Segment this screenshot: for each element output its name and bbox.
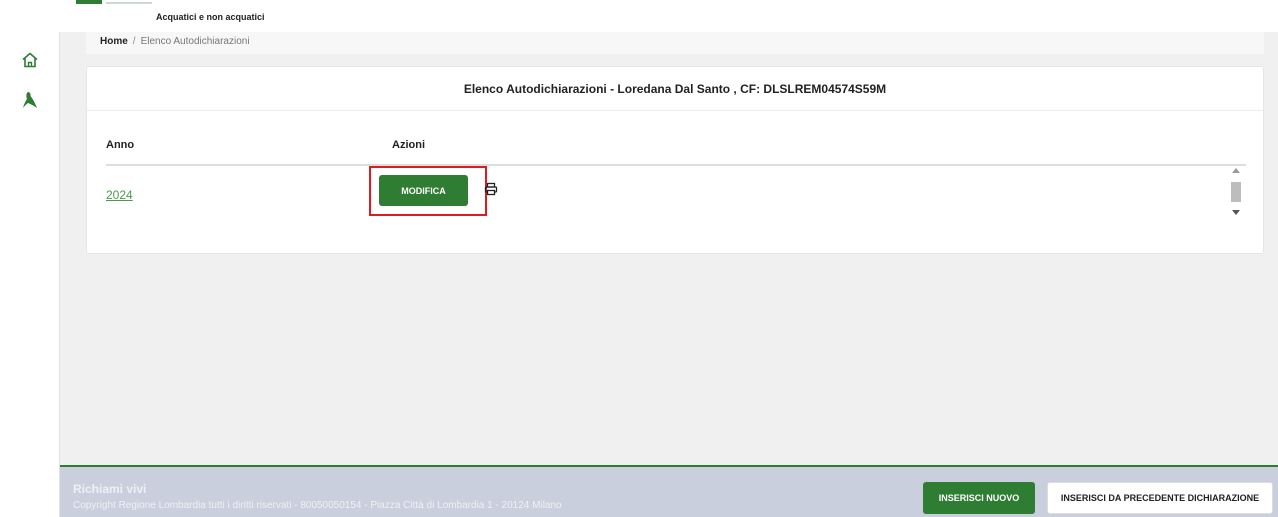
logo-text [106,2,152,4]
footer-copyright: Copyright Regione Lombardia tutti i diri… [73,500,562,511]
footer-title: Richiami vivi [73,482,147,496]
scroll-up-icon[interactable] [1232,168,1240,173]
table-scrollbar[interactable] [1229,166,1243,218]
footer: Richiami vivi Copyright Regione Lombardi… [60,465,1278,517]
logo [76,0,102,4]
sidebar-item-home[interactable] [18,48,42,72]
breadcrumb-bar: Home / Elenco Autodichiarazioni [86,32,1264,54]
scroll-thumb[interactable] [1231,182,1241,202]
table-header-divider [106,164,1246,166]
breadcrumb-home-link[interactable]: Home [100,36,128,47]
scroll-down-icon[interactable] [1232,210,1240,215]
column-header-azioni: Azioni [392,139,425,151]
breadcrumb-separator: / [132,36,136,47]
year-link-2024[interactable]: 2024 [106,188,133,202]
column-header-anno: Anno [106,139,135,151]
breadcrumb: Home / Elenco Autodichiarazioni [100,36,250,47]
inserisci-nuovo-button[interactable]: INSERISCI NUOVO [923,482,1035,514]
top-header: Acquatici e non acquatici [0,0,1278,32]
breadcrumb-current: Elenco Autodichiarazioni [140,36,250,47]
card-title: Elenco Autodichiarazioni - Loredana Dal … [87,67,1263,111]
sidebar-item-birds[interactable] [18,88,42,112]
modifica-button[interactable]: MODIFICA [379,175,468,206]
app-subtitle: Acquatici e non acquatici [156,12,265,22]
home-icon [22,52,38,68]
sidebar [0,32,60,517]
declarations-card: Elenco Autodichiarazioni - Loredana Dal … [86,66,1264,254]
printer-icon[interactable] [484,182,498,196]
bird-icon [23,92,37,108]
inserisci-da-precedente-button[interactable]: INSERISCI DA PRECEDENTE DICHIARAZIONE [1047,482,1273,514]
